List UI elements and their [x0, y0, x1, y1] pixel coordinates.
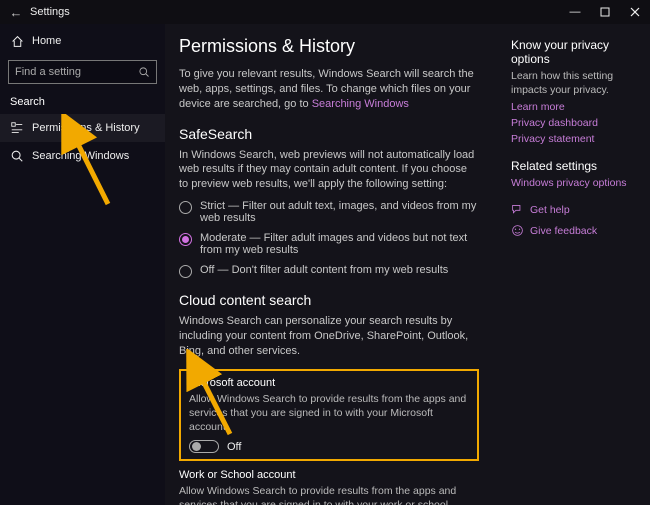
titlebar: ← Settings ―: [0, 0, 650, 24]
safesearch-heading: SafeSearch: [179, 126, 491, 142]
maximize-button[interactable]: [590, 0, 620, 24]
searching-icon: [10, 149, 24, 163]
sidebar-item-label: Searching Windows: [32, 150, 129, 162]
home-label: Home: [32, 35, 61, 47]
radio-label: Moderate — Filter adult images and video…: [200, 232, 479, 256]
learn-more-link[interactable]: Learn more: [511, 101, 640, 113]
page-title: Permissions & History: [179, 36, 491, 57]
privacy-dashboard-link[interactable]: Privacy dashboard: [511, 117, 640, 129]
sidebar-item-permissions-history[interactable]: Permissions & History: [0, 114, 165, 142]
home-nav[interactable]: Home: [0, 30, 165, 52]
searching-windows-link[interactable]: Searching Windows: [312, 98, 409, 110]
safesearch-desc: In Windows Search, web previews will not…: [179, 148, 479, 193]
close-button[interactable]: [620, 0, 650, 24]
minimize-button[interactable]: ―: [560, 0, 590, 24]
intro-text: To give you relevant results, Windows Se…: [179, 67, 479, 112]
related-section: Related settings Windows privacy options: [511, 159, 640, 189]
search-input[interactable]: Find a setting: [8, 60, 157, 84]
give-feedback-link[interactable]: Give feedback: [511, 224, 640, 237]
radio-icon: [179, 233, 192, 246]
privacy-statement-link[interactable]: Privacy statement: [511, 133, 640, 145]
radio-label: Strict — Filter out adult text, images, …: [200, 200, 479, 224]
permissions-icon: [10, 121, 24, 135]
back-button[interactable]: ←: [4, 5, 28, 20]
privacy-desc: Learn how this setting impacts your priv…: [511, 70, 640, 97]
privacy-heading: Know your privacy options: [511, 38, 640, 66]
radio-label: Off — Don't filter adult content from my…: [200, 264, 448, 276]
search-icon: [138, 66, 150, 78]
msaccount-toggle[interactable]: Off: [189, 440, 469, 453]
settings-window: ← Settings ― Home Find a setting: [0, 0, 650, 505]
privacy-section: Know your privacy options Learn how this…: [511, 38, 640, 145]
sidebar: Home Find a setting Search Permissions &…: [0, 24, 165, 505]
feedback-icon: [511, 224, 524, 237]
workaccount-desc: Allow Windows Search to provide results …: [179, 484, 479, 505]
search-placeholder: Find a setting: [15, 66, 81, 78]
window-controls: ―: [560, 0, 650, 24]
radio-icon: [179, 201, 192, 214]
msaccount-desc: Allow Windows Search to provide results …: [189, 392, 469, 435]
microsoft-account-block: Microsoft account Allow Windows Search t…: [179, 369, 479, 462]
sidebar-category: Search: [10, 96, 165, 108]
work-account-block: Work or School account Allow Windows Sea…: [179, 469, 479, 505]
toggle-state: Off: [227, 441, 241, 453]
toggle-track: [189, 440, 219, 453]
safesearch-option-moderate[interactable]: Moderate — Filter adult images and video…: [179, 232, 479, 256]
content-scroll[interactable]: Permissions & History To give you releva…: [165, 24, 505, 505]
right-column: Know your privacy options Learn how this…: [505, 24, 650, 505]
safesearch-option-strict[interactable]: Strict — Filter out adult text, images, …: [179, 200, 479, 224]
main-area: Permissions & History To give you releva…: [165, 24, 650, 505]
windows-privacy-options-link[interactable]: Windows privacy options: [511, 177, 640, 189]
msaccount-title: Microsoft account: [189, 377, 469, 389]
sidebar-item-label: Permissions & History: [32, 122, 140, 134]
workaccount-title: Work or School account: [179, 469, 479, 481]
related-heading: Related settings: [511, 159, 640, 173]
radio-icon: [179, 265, 192, 278]
help-icon: [511, 203, 524, 216]
safesearch-option-off[interactable]: Off — Don't filter adult content from my…: [179, 264, 479, 278]
home-icon: [10, 34, 24, 48]
cloud-heading: Cloud content search: [179, 292, 491, 308]
sidebar-item-searching-windows[interactable]: Searching Windows: [0, 142, 165, 170]
app-title: Settings: [30, 6, 70, 18]
cloud-desc: Windows Search can personalize your sear…: [179, 314, 479, 359]
get-help-link[interactable]: Get help: [511, 203, 640, 216]
